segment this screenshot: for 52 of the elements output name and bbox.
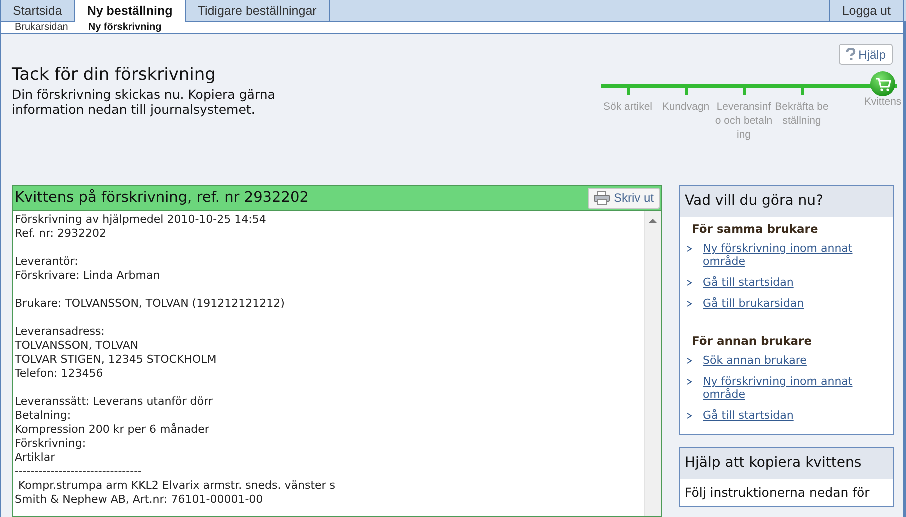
action-link[interactable]: Ny förskrivning inom annat område bbox=[703, 242, 873, 268]
receipt-line: Förskrivare: Linda Arbman bbox=[15, 269, 162, 283]
action-link[interactable]: Ny förskrivning inom annat område bbox=[703, 375, 873, 401]
chevron-icon bbox=[687, 280, 692, 286]
printer-icon bbox=[594, 191, 610, 205]
step-label: Bekräfta beställning bbox=[774, 100, 830, 128]
receipt-line: TOLVAR STIGEN, 12345 STOCKHOLM bbox=[15, 353, 218, 367]
action-link[interactable]: Gå till startsidan bbox=[703, 409, 873, 422]
step-label: Leveransinfo och betalning bbox=[715, 100, 773, 142]
action-link[interactable]: Gå till brukarsidan bbox=[703, 297, 873, 310]
group-heading: För annan brukare bbox=[691, 333, 814, 350]
receipt-line: Artiklar bbox=[15, 451, 56, 465]
step-label: Sök artikel bbox=[602, 100, 654, 114]
receipt-line: Betalning: bbox=[15, 409, 72, 423]
receipt-line: Leverantör: bbox=[15, 255, 80, 269]
chevron-icon bbox=[687, 301, 692, 307]
receipt-line: Förskrivning: bbox=[15, 437, 88, 451]
step-label: Kvittens bbox=[863, 95, 903, 109]
chevron-icon bbox=[687, 379, 692, 385]
action-link[interactable]: Sök annan brukare bbox=[703, 354, 873, 367]
receipt-line: Ref. nr: 2932202 bbox=[15, 227, 108, 241]
receipt-line: -------------------------------- bbox=[15, 465, 144, 479]
action-link[interactable]: Gå till startsidan bbox=[703, 276, 873, 289]
subnav-link[interactable]: Brukarsidan bbox=[15, 22, 68, 33]
receipt-title: Kvittens på förskrivning, ref. nr 2932202 bbox=[15, 190, 309, 206]
logout-button[interactable]: Logga ut bbox=[829, 0, 904, 21]
help-button[interactable]: Hjälp bbox=[838, 44, 893, 65]
receipt-line: Leveranssätt: Leverans utanför dörr bbox=[15, 395, 214, 409]
help-text: Följ instruktionerna nedan för bbox=[685, 485, 871, 500]
step-label: Kundvagn bbox=[661, 100, 711, 114]
group-heading: För samma brukare bbox=[691, 221, 820, 238]
chevron-icon bbox=[687, 246, 692, 252]
intro-text: Din förskrivning skickas nu. Kopiera gärna information nedan till journalsystemet. bbox=[12, 87, 276, 117]
chevron-icon bbox=[687, 413, 692, 419]
nav-tab[interactable]: Ny beställning bbox=[75, 0, 186, 22]
question-icon bbox=[846, 48, 856, 61]
receipt-line: Kompression 200 kr per 6 månader bbox=[15, 423, 210, 437]
receipt-line: Förskrivning av hjälpmedel 2010-10-25 14:54 bbox=[15, 213, 268, 227]
receipt-line: Kompr.strumpa arm KKL2 Elvarix armstr. sneds. vänster s bbox=[17, 479, 337, 493]
receipt-line: Leveransadress: bbox=[15, 325, 106, 339]
subnav-link[interactable]: Ny förskrivning bbox=[88, 22, 162, 33]
receipt-line: Brukare: TOLVANSSON, TOLVAN (191212121212) bbox=[15, 297, 286, 311]
receipt-line: Smith & Nephew AB, Art.nr: 76101-00001-00 bbox=[15, 493, 264, 507]
print-button[interactable]: Skriv ut bbox=[588, 188, 660, 208]
box-title: Vad vill du göra nu? bbox=[680, 186, 893, 217]
receipt-line: TOLVANSSON, TOLVAN bbox=[15, 339, 140, 353]
scrollbar[interactable] bbox=[644, 211, 661, 516]
box-title: Hjälp att kopiera kvittens bbox=[680, 448, 893, 479]
chevron-icon bbox=[687, 358, 692, 364]
receipt-line: Telefon: 123456 bbox=[15, 367, 104, 381]
scroll-up-icon[interactable] bbox=[649, 219, 657, 223]
page-title: Tack för din förskrivning bbox=[12, 65, 217, 85]
